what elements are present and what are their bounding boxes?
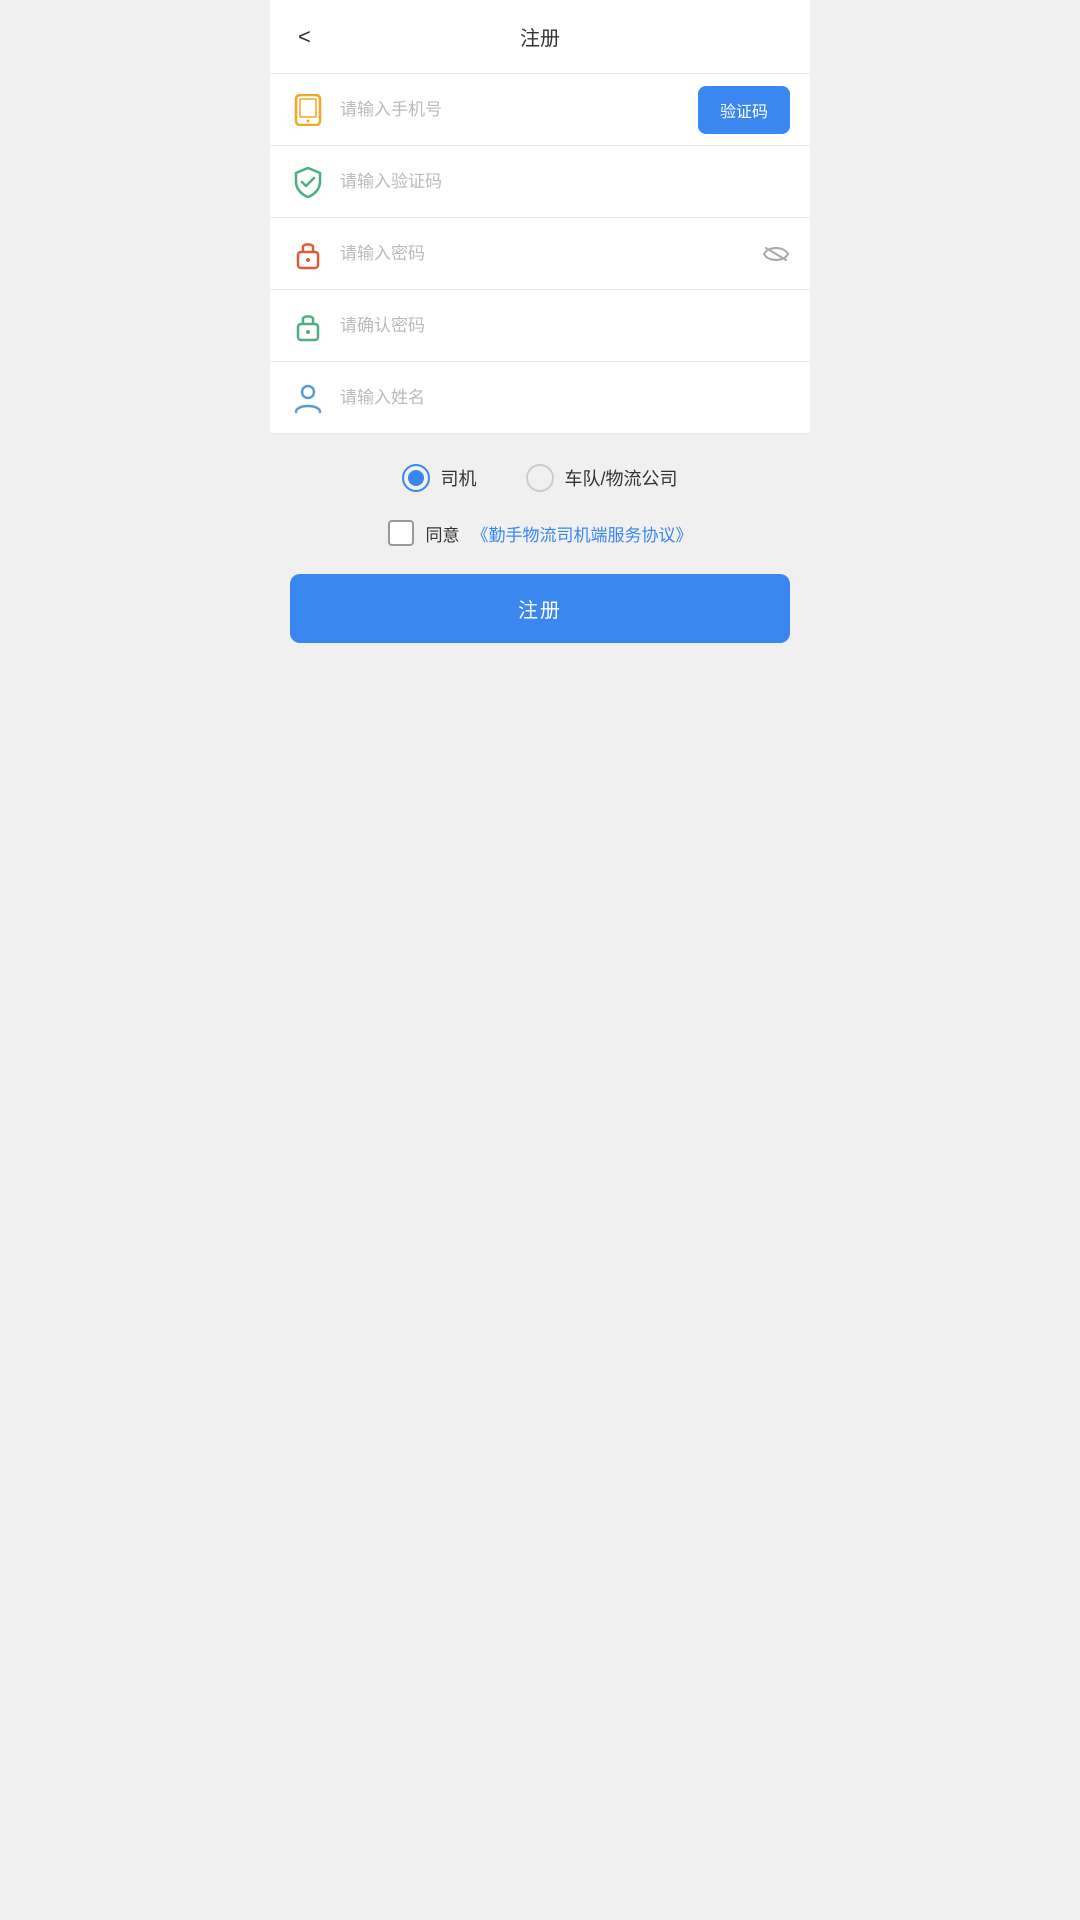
form-section: 验证码 — [270, 74, 810, 434]
eye-closed-icon[interactable] — [762, 244, 790, 264]
phone-icon — [290, 92, 326, 128]
header: < 注册 — [270, 0, 810, 74]
name-row — [270, 362, 810, 434]
driver-radio-option[interactable]: 司机 — [402, 464, 476, 492]
lock-confirm-icon — [290, 308, 326, 344]
person-icon — [290, 380, 326, 416]
agree-checkbox[interactable] — [388, 520, 414, 546]
fleet-radio-label: 车队/物流公司 — [564, 465, 677, 491]
password-row — [270, 218, 810, 290]
lock-icon — [290, 236, 326, 272]
verify-code-row — [270, 146, 810, 218]
name-input[interactable] — [340, 388, 790, 408]
confirm-password-input[interactable] — [340, 316, 790, 336]
password-input[interactable] — [340, 244, 790, 264]
service-agreement-link[interactable]: 《勤手物流司机端服务协议》 — [472, 521, 693, 546]
driver-radio-label: 司机 — [440, 465, 476, 491]
verify-code-input[interactable] — [340, 172, 790, 192]
phone-input[interactable] — [340, 100, 698, 120]
confirm-password-row — [270, 290, 810, 362]
phone-row: 验证码 — [270, 74, 810, 146]
page-title: 注册 — [520, 22, 560, 51]
role-radio-row: 司机 车队/物流公司 — [290, 464, 790, 492]
shield-check-icon — [290, 164, 326, 200]
verify-code-button[interactable]: 验证码 — [698, 86, 790, 134]
fleet-radio-option[interactable]: 车队/物流公司 — [526, 464, 677, 492]
driver-radio-circle[interactable] — [402, 464, 430, 492]
register-button[interactable]: 注册 — [290, 574, 790, 643]
fleet-radio-circle[interactable] — [526, 464, 554, 492]
options-section: 司机 车队/物流公司 同意 《勤手物流司机端服务协议》 注册 — [270, 434, 810, 663]
agree-row: 同意 《勤手物流司机端服务协议》 — [290, 520, 790, 546]
back-button[interactable]: < — [290, 20, 319, 54]
agree-text: 同意 — [426, 521, 460, 546]
